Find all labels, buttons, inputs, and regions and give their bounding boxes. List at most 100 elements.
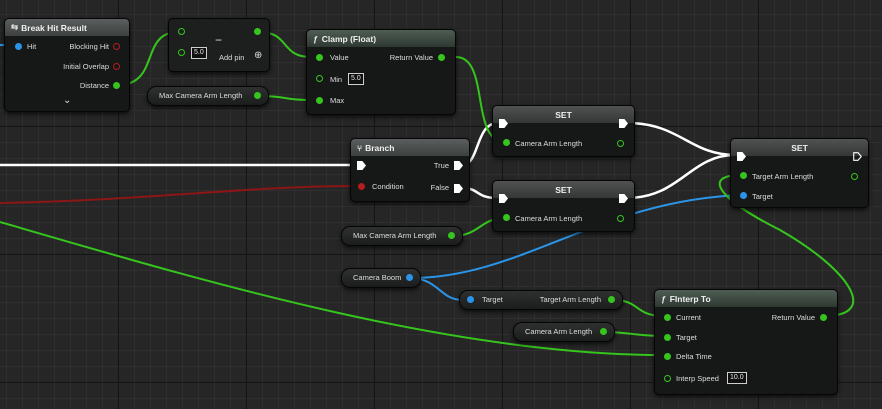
exec-wire-set-top [626,121,736,157]
node-header: ƒ Clamp (Float) [307,30,455,47]
target-pin[interactable] [664,334,671,341]
getter-out-pin[interactable] [608,296,615,303]
camera-boom-getter[interactable]: Camera Boom [341,268,421,288]
max-arm-getter-bottom[interactable]: Max Camera Arm Length [341,226,463,246]
condition-label: Condition [372,182,404,191]
exec-wire-set-mid [626,153,736,200]
initial-overlap-label: Initial Overlap [63,62,109,71]
blocking-hit-label: Blocking Hit [69,42,109,51]
interp-speed-label: Interp Speed [676,374,719,383]
node-title: Clamp (Float) [321,33,377,44]
target-arm-pin[interactable] [740,172,747,179]
node-title: SET [555,109,572,120]
set-out-pin[interactable] [617,140,624,147]
set-out-pin[interactable] [617,215,624,222]
blocking-hit-pin[interactable] [113,43,120,50]
set-out-pin[interactable] [851,173,858,180]
target-label: Target [752,192,773,201]
exec-in-pin[interactable] [499,119,508,128]
exec-out-pin[interactable] [619,194,628,203]
set-value-pin[interactable] [503,214,510,221]
subtract-b-pin[interactable] [178,49,185,56]
node-title: SET [555,184,572,195]
add-pin-icon[interactable]: ⊕ [254,50,262,61]
node-title: FInterp To [669,293,711,304]
struct-icon: ⇆ [11,22,19,32]
distance-label: Distance [79,81,109,90]
node-title: SET [791,142,808,153]
return-pin[interactable] [820,314,827,321]
delta-time-label: Delta Time [676,352,712,361]
expand-icon[interactable]: ⌄ [63,95,71,106]
node-header: ƒ FInterp To [655,290,837,307]
clamp-min-input[interactable]: 5.0 [348,73,364,85]
exec-in-pin[interactable] [737,152,746,161]
getter-label: Max Camera Arm Length [353,231,437,240]
getter-label: Max Camera Arm Length [159,91,243,100]
node-header: ⑂ Branch [351,139,469,156]
clamp-float-node[interactable]: ƒ Clamp (Float) Value Return Value Min 5… [306,29,456,115]
condition-pin[interactable] [358,183,365,190]
interp-speed-pin[interactable] [664,375,671,382]
clamp-value-label: Value [330,53,349,62]
clamp-value-pin[interactable] [316,54,323,61]
getter-out-pin[interactable] [600,328,607,335]
subtract-node[interactable]: − 5.0 Add pin ⊕ [168,18,270,72]
set-node-mid[interactable]: SET Camera Arm Length [492,180,635,232]
add-pin-label[interactable]: Add pin [219,53,244,62]
subtract-a-pin[interactable] [178,28,185,35]
exec-true-pin[interactable] [454,161,463,170]
getter-out-pin[interactable] [448,232,455,239]
node-header: SET [731,139,868,156]
finterp-to-node[interactable]: ƒ FInterp To Current Return Value Target… [654,289,838,395]
get-target-arm-length-node[interactable]: Target Target Arm Length [459,290,623,310]
set-node-top[interactable]: SET Camera Arm Length [492,105,635,157]
false-label: False [430,183,449,192]
clamp-max-label: Max [330,96,345,105]
exec-in-pin[interactable] [499,194,508,203]
function-icon: ƒ [313,33,318,44]
interp-speed-input[interactable]: 10.0 [727,372,747,384]
hit-pin[interactable] [15,43,22,50]
delta-time-pin[interactable] [664,353,671,360]
clamp-return-label: Return Value [389,53,433,62]
distance-pin[interactable] [113,82,120,89]
target-in-pin[interactable] [467,296,474,303]
getter-out-pin[interactable] [254,92,261,99]
current-pin[interactable] [664,314,671,321]
branch-node[interactable]: ⑂ Branch True Condition False [350,138,470,202]
set-value-pin[interactable] [503,139,510,146]
target-arm-label: Target Arm Length [752,172,814,181]
clamp-max-pin[interactable] [316,97,323,104]
subtract-b-input[interactable]: 5.0 [191,47,207,59]
target-pin[interactable] [740,192,747,199]
exec-false-pin[interactable] [454,184,463,193]
node-header: SET [493,106,634,123]
getter-out-pin[interactable] [406,274,413,281]
target-label: Target [482,295,503,304]
set-value-label: Camera Arm Length [515,214,583,223]
node-title: Branch [365,142,395,153]
function-icon: ƒ [661,293,666,304]
target-label: Target [676,333,697,342]
current-label: Current [676,313,702,322]
exec-out-pin[interactable] [619,119,628,128]
set-node-right[interactable]: SET Target Arm Length Target [730,138,869,208]
break-hit-result-node[interactable]: ⇆ Break Hit Result Hit Blocking Hit Init… [4,18,130,112]
node-header: SET [493,181,634,198]
initial-overlap-pin[interactable] [113,63,120,70]
subtract-symbol: − [215,33,223,47]
exec-in-pin[interactable] [357,161,366,170]
exec-out-pin[interactable] [853,152,862,161]
node-header: ⇆ Break Hit Result [5,19,129,36]
hit-label: Hit [27,42,37,51]
getter-label: Camera Boom [353,273,402,282]
clamp-min-label: Min [330,75,343,84]
clamp-min-pin[interactable] [316,75,323,82]
camera-arm-length-getter[interactable]: Camera Arm Length [513,322,615,342]
subtract-out-pin[interactable] [254,28,261,35]
max-arm-getter-top[interactable]: Max Camera Arm Length [147,86,269,106]
getter-label: Target Arm Length [539,295,601,304]
clamp-return-pin[interactable] [438,54,445,61]
branch-icon: ⑂ [357,142,363,153]
